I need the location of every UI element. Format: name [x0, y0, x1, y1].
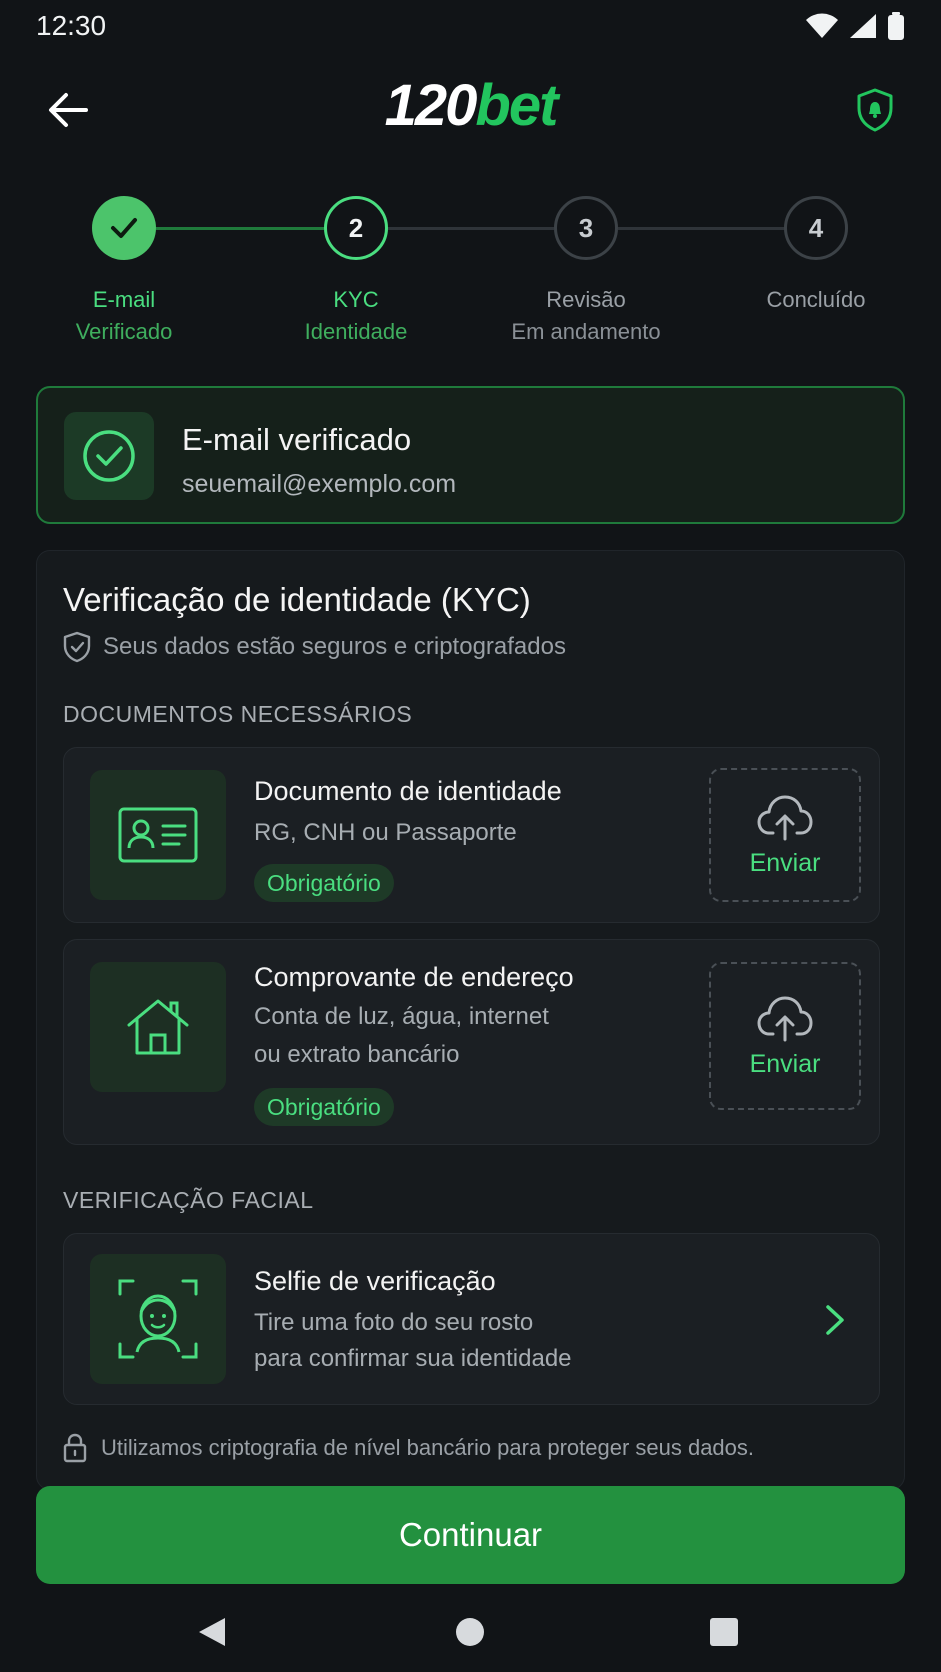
- cloud-upload-icon: [757, 795, 813, 840]
- document-identity-title: Documento de identidade: [254, 776, 562, 806]
- document-address-desc-1: Conta de luz, água, internet: [254, 1003, 549, 1030]
- lock-icon: [63, 1433, 87, 1463]
- status-icons: [805, 12, 905, 40]
- step-3-circle: 3: [554, 196, 618, 260]
- circle-home-icon: [456, 1618, 484, 1646]
- upload-identity-button[interactable]: Enviar: [709, 768, 861, 902]
- check-circle-icon: [83, 430, 135, 482]
- wifi-icon: [806, 13, 838, 38]
- document-address-title: Comprovante de endereço: [254, 962, 574, 992]
- house-icon-box: [90, 962, 226, 1092]
- email-verified-title: E-mail verificado: [182, 422, 412, 457]
- face-scan-icon-box: [90, 1254, 226, 1384]
- facial-section-label: VERIFICAÇÃO FACIAL: [63, 1187, 314, 1213]
- check-icon: [111, 218, 137, 238]
- face-scan-icon: [118, 1279, 198, 1359]
- nav-recents-button[interactable]: [694, 1612, 754, 1652]
- step-1-label: E-mail Verificado: [75, 287, 173, 344]
- document-address-card: Comprovante de endereço Conta de luz, ág…: [63, 939, 880, 1145]
- selfie-desc-2: para confirmar sua identidade: [254, 1345, 572, 1372]
- document-identity-desc: RG, CNH ou Passaporte: [254, 819, 517, 846]
- upload-label: Enviar: [749, 848, 821, 877]
- chevron-right-icon: [825, 1304, 845, 1341]
- step-2-label: KYC Identidade: [304, 287, 408, 344]
- selfie-verification-card[interactable]: Selfie de verificação Tire uma foto do s…: [63, 1233, 880, 1405]
- step-connector: [388, 227, 554, 230]
- house-icon: [127, 999, 189, 1055]
- step-2-circle: 2: [324, 196, 388, 260]
- upload-address-button[interactable]: Enviar: [709, 962, 861, 1110]
- continue-button[interactable]: Continuar: [36, 1486, 905, 1584]
- required-badge: Obrigatório: [254, 1088, 394, 1126]
- nav-home-button[interactable]: [440, 1612, 500, 1652]
- kyc-subtitle: Seus dados estão seguros e criptografado…: [63, 631, 566, 663]
- document-address-desc-2: ou extrato bancário: [254, 1041, 460, 1068]
- step-connector: [618, 227, 786, 230]
- brand-logo: 120bet: [384, 73, 559, 138]
- selfie-title: Selfie de verificação: [254, 1266, 496, 1296]
- required-badge: Obrigatório: [254, 864, 394, 902]
- step-4-label: Concluído: [766, 287, 866, 312]
- security-shield-button[interactable]: [845, 80, 905, 140]
- security-note: Utilizamos criptografia de nível bancári…: [63, 1433, 754, 1463]
- step-3-label: Revisão Em andamento: [511, 287, 661, 344]
- battery-icon: [888, 12, 904, 40]
- step-1-circle: [92, 196, 156, 260]
- id-card-icon-box: [90, 770, 226, 900]
- kyc-card: Verificação de identidade (KYC) Seus dad…: [36, 550, 905, 1490]
- upload-label: Enviar: [749, 1049, 821, 1078]
- document-identity-card: Documento de identidade RG, CNH ou Passa…: [63, 747, 880, 923]
- shield-lock-icon: [857, 88, 893, 132]
- triangle-back-icon: [199, 1618, 225, 1646]
- email-verified-card: E-mail verificado seuemail@exemplo.com: [36, 386, 905, 524]
- id-card-icon: [118, 807, 198, 863]
- status-time: 12:30: [36, 10, 107, 41]
- system-nav-bar: [0, 1600, 941, 1672]
- nav-back-button[interactable]: [182, 1612, 242, 1652]
- cloud-upload-icon: [757, 996, 813, 1041]
- selfie-desc-1: Tire uma foto do seu rosto: [254, 1309, 534, 1336]
- documents-section-label: DOCUMENTOS NECESSÁRIOS: [63, 701, 413, 727]
- email-check-box: [64, 412, 154, 500]
- step-4-circle: 4: [784, 196, 848, 260]
- kyc-title: Verificação de identidade (KYC): [63, 581, 531, 618]
- signal-icon: [850, 14, 876, 38]
- step-connector: [156, 227, 324, 230]
- shield-check-icon: [63, 631, 91, 663]
- email-address: seuemail@exemplo.com: [182, 470, 457, 498]
- square-recents-icon: [710, 1618, 738, 1646]
